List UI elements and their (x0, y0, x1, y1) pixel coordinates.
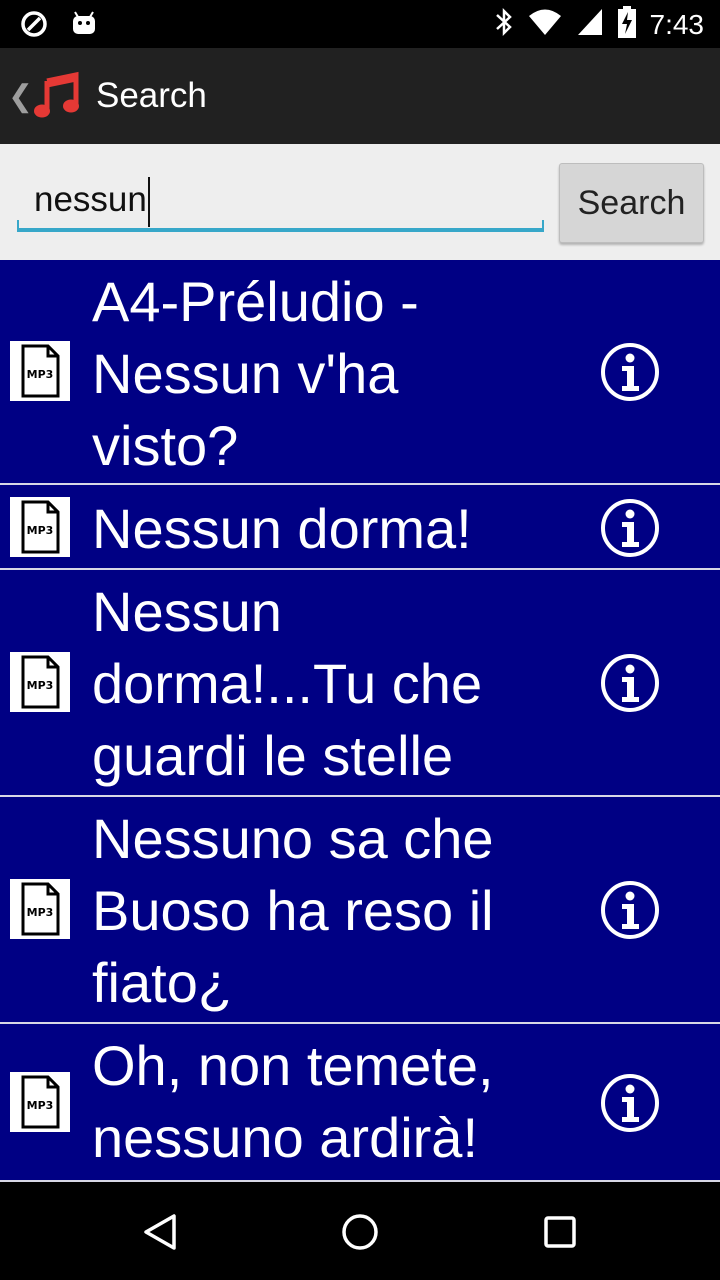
svg-text:MP3: MP3 (27, 679, 54, 692)
back-chevron-icon[interactable]: ❮ (8, 79, 33, 114)
recent-apps-icon[interactable] (538, 1210, 582, 1254)
result-title: Oh, non temete, nessuno ardirà! (92, 1034, 494, 1169)
info-icon[interactable] (599, 341, 661, 403)
cell-signal-icon (576, 7, 604, 42)
result-title: Nessuno sa che Buoso ha reso il fiato¿ (92, 807, 494, 1014)
action-bar: ❮ Search (0, 48, 720, 144)
svg-text:MP3: MP3 (27, 1099, 54, 1112)
list-item[interactable]: MP3 A4-Préludio - Nessun v'ha visto? (0, 260, 720, 485)
svg-text:MP3: MP3 (27, 906, 54, 919)
list-item[interactable]: MP3 Nessun dorma!...Tu che guardi le ste… (0, 570, 720, 797)
list-item[interactable]: MP3 Oh, non temete, nessuno ardirà! (0, 1024, 720, 1182)
action-bar-title: Search (96, 76, 207, 115)
info-icon[interactable] (599, 652, 661, 714)
status-bar: 7:43 (0, 0, 720, 48)
results-list: MP3 A4-Préludio - Nessun v'ha visto? MP3… (0, 260, 720, 1182)
navigation-bar (0, 1182, 720, 1280)
list-item[interactable]: MP3 Nessun dorma! (0, 485, 720, 570)
back-icon[interactable] (138, 1210, 182, 1254)
list-item[interactable]: MP3 Nessuno sa che Buoso ha reso il fiat… (0, 797, 720, 1024)
mp3-file-icon: MP3 (10, 341, 70, 401)
info-icon[interactable] (599, 497, 661, 559)
search-button[interactable]: Search (559, 163, 704, 243)
music-note-icon[interactable] (32, 71, 82, 121)
info-icon[interactable] (599, 1072, 661, 1134)
info-icon[interactable] (599, 879, 661, 941)
blocked-notification-icon (20, 10, 48, 43)
mp3-file-icon: MP3 (10, 497, 70, 557)
mp3-file-icon: MP3 (10, 652, 70, 712)
mp3-file-icon: MP3 (10, 879, 70, 939)
mp3-file-icon: MP3 (10, 1072, 70, 1132)
text-cursor (148, 177, 150, 227)
battery-charging-icon (617, 6, 636, 43)
svg-text:MP3: MP3 (27, 368, 54, 381)
result-title: Nessun dorma! (92, 497, 472, 560)
result-title: Nessun dorma!...Tu che guardi le stelle (92, 580, 483, 787)
search-input-text[interactable]: nessun (34, 180, 147, 220)
android-robot-icon (70, 10, 98, 43)
bluetooth-icon (494, 7, 514, 42)
search-input-underline (17, 220, 544, 232)
result-title: A4-Préludio - Nessun v'ha visto? (92, 270, 419, 477)
svg-text:MP3: MP3 (27, 524, 54, 537)
clock: 7:43 (649, 8, 705, 40)
wifi-icon (528, 7, 562, 42)
home-icon[interactable] (338, 1210, 382, 1254)
